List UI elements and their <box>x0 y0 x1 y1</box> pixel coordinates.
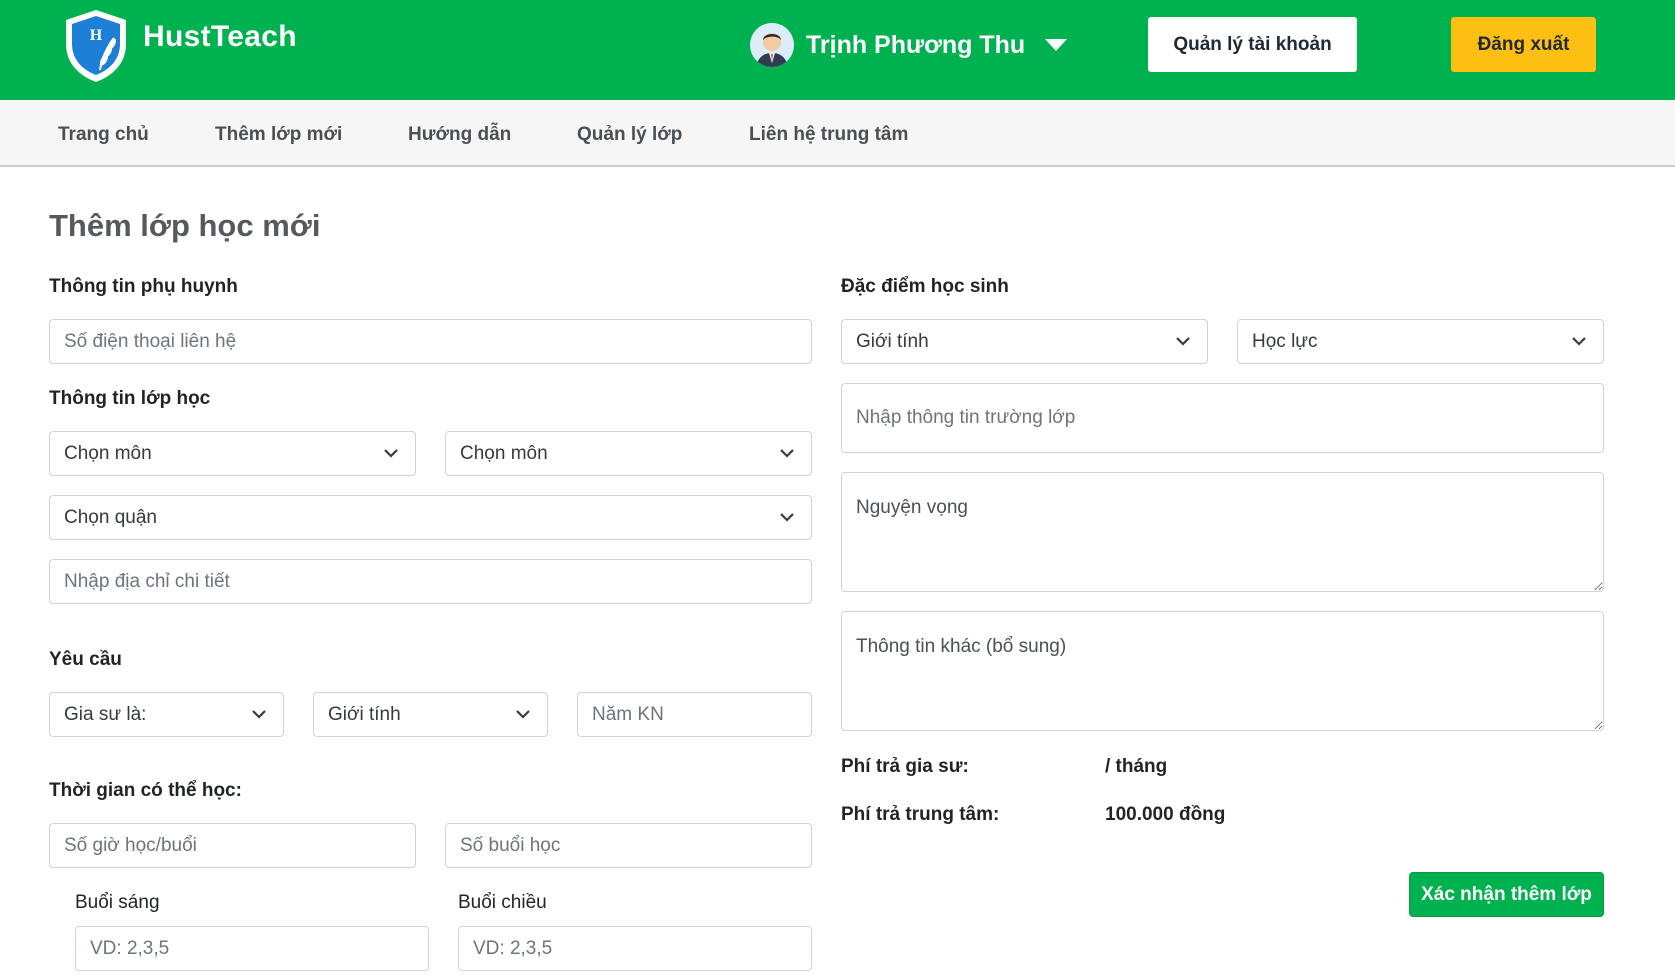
class-info-label: Thông tin lớp học <box>49 388 211 409</box>
morning-label: Buổi sáng <box>75 892 160 913</box>
academic-level-select-value: Học lực <box>1252 330 1318 352</box>
sessions-count-input[interactable] <box>445 823 812 868</box>
subject-select-2[interactable]: Chọn môn <box>445 431 812 476</box>
parent-phone-input[interactable] <box>49 319 812 364</box>
brand-name[interactable]: HustTeach <box>143 20 297 54</box>
confirm-add-class-button[interactable]: Xác nhận thêm lớp <box>1409 872 1604 917</box>
tutor-type-select[interactable]: Gia sư là: <box>49 692 284 737</box>
page-title: Thêm lớp học mới <box>49 208 321 243</box>
school-info-input[interactable] <box>841 383 1604 453</box>
chevron-down-icon <box>384 449 398 458</box>
experience-years-input[interactable] <box>577 692 812 737</box>
caret-down-icon <box>1045 39 1068 51</box>
center-fee-label: Phí trả trung tâm: <box>841 804 1000 825</box>
district-select-value: Chọn quận <box>64 506 157 528</box>
center-fee-value: 100.000 đồng <box>1105 804 1226 825</box>
tutor-gender-select[interactable]: Giới tính <box>313 692 548 737</box>
avatar <box>750 23 794 67</box>
top-header: H HustTeach Trịnh Phương Thu Quản lý tài… <box>0 0 1675 100</box>
requirements-label: Yêu cầu <box>49 649 122 670</box>
account-management-button[interactable]: Quản lý tài khoản <box>1148 17 1357 72</box>
nav-item-add-class[interactable]: Thêm lớp mới <box>215 124 342 146</box>
tutor-type-select-value: Gia sư là: <box>64 703 147 725</box>
chevron-down-icon <box>780 449 794 458</box>
academic-level-select[interactable]: Học lực <box>1237 319 1604 364</box>
district-select[interactable]: Chọn quận <box>49 495 812 540</box>
shield-logo-icon[interactable]: H <box>62 8 130 84</box>
subject-select-1[interactable]: Chọn môn <box>49 431 416 476</box>
chevron-down-icon <box>1572 337 1586 346</box>
student-info-label: Đặc điểm học sinh <box>841 276 1009 297</box>
nav-item-home[interactable]: Trang chủ <box>58 124 149 146</box>
wish-textarea[interactable] <box>841 472 1604 592</box>
morning-days-input[interactable] <box>75 926 429 971</box>
address-input[interactable] <box>49 559 812 604</box>
svg-text:H: H <box>90 27 103 44</box>
chevron-down-icon <box>780 513 794 522</box>
afternoon-days-input[interactable] <box>458 926 812 971</box>
hours-per-session-input[interactable] <box>49 823 416 868</box>
parent-info-label: Thông tin phụ huynh <box>49 276 238 297</box>
student-gender-select-value: Giới tính <box>856 330 929 352</box>
student-gender-select[interactable]: Giới tính <box>841 319 1208 364</box>
schedule-label: Thời gian có thể học: <box>49 780 242 801</box>
logout-button[interactable]: Đăng xuất <box>1451 17 1596 72</box>
user-menu[interactable]: Trịnh Phương Thu <box>750 22 1068 68</box>
tutor-gender-select-value: Giới tính <box>328 703 401 725</box>
tutor-fee-value: / tháng <box>1105 756 1168 777</box>
subject-select-1-value: Chọn môn <box>64 442 152 464</box>
afternoon-label: Buổi chiều <box>458 892 547 913</box>
user-name: Trịnh Phương Thu <box>806 30 1026 59</box>
nav-item-guide[interactable]: Hướng dẫn <box>408 124 511 146</box>
subject-select-2-value: Chọn môn <box>460 442 548 464</box>
nav-item-contact[interactable]: Liên hệ trung tâm <box>749 124 908 146</box>
tutor-fee-label: Phí trả gia sư: <box>841 756 969 777</box>
main-nav: Trang chủ Thêm lớp mới Hướng dẫn Quản lý… <box>0 100 1675 167</box>
chevron-down-icon <box>252 710 266 719</box>
chevron-down-icon <box>516 710 530 719</box>
nav-item-manage-class[interactable]: Quản lý lớp <box>577 124 682 146</box>
other-info-textarea[interactable] <box>841 611 1604 731</box>
chevron-down-icon <box>1176 337 1190 346</box>
